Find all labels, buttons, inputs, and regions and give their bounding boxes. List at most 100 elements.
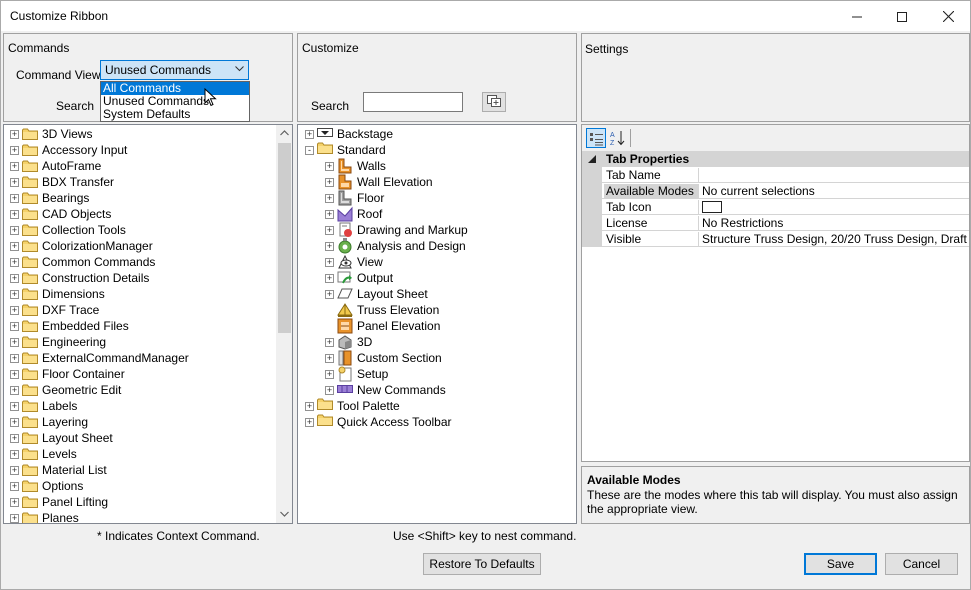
expand-node-icon[interactable]: + [325, 369, 334, 379]
expand-node-icon[interactable]: + [325, 161, 334, 171]
property-value[interactable]: Structure Truss Design, 20/20 Truss Desi… [698, 232, 969, 247]
expand-node-icon[interactable]: + [10, 225, 19, 235]
customize-tree-node[interactable]: Panel Elevation [325, 318, 440, 334]
expand-node-icon[interactable]: + [10, 289, 19, 299]
customize-tree-node[interactable]: + Backstage [305, 126, 393, 142]
commands-list-item[interactable]: + AutoFrame [10, 158, 101, 174]
commands-list-item[interactable]: + ExternalCommandManager [10, 350, 189, 366]
customize-tree-node[interactable]: + Custom Section [325, 350, 442, 366]
scroll-down-icon[interactable] [276, 506, 292, 523]
cancel-button[interactable]: Cancel [885, 553, 958, 575]
customize-tree-node[interactable]: + Quick Access Toolbar [305, 414, 452, 430]
customize-tree-node[interactable]: + Analysis and Design [325, 238, 466, 254]
command-view-combo[interactable]: Unused Commands [100, 60, 249, 80]
commands-list-item[interactable]: + Engineering [10, 334, 106, 350]
commands-list-item[interactable]: + Levels [10, 446, 77, 462]
save-button[interactable]: Save [804, 553, 877, 575]
commands-list-item[interactable]: + Accessory Input [10, 142, 127, 158]
property-value[interactable] [698, 168, 969, 183]
restore-defaults-button[interactable]: Restore To Defaults [423, 553, 541, 575]
customize-tree-node[interactable]: + Floor [325, 190, 384, 206]
commands-list-item[interactable]: + Geometric Edit [10, 382, 121, 398]
dropdown-option-system-defaults[interactable]: System Defaults [101, 108, 249, 121]
tab-icon-swatch[interactable] [702, 201, 722, 213]
customize-search-input[interactable] [363, 92, 463, 112]
expand-node-icon[interactable]: + [10, 433, 19, 443]
customize-tree-node[interactable]: + Output [325, 270, 393, 286]
commands-list-item[interactable]: + Dimensions [10, 286, 105, 302]
expand-node-icon[interactable]: + [10, 513, 19, 523]
category-tab-properties[interactable]: Tab Properties [582, 151, 969, 167]
customize-tree-node[interactable]: + Tool Palette [305, 398, 400, 414]
expand-node-icon[interactable]: + [325, 177, 334, 187]
expand-node-icon[interactable]: + [10, 209, 19, 219]
property-row[interactable]: Tab Icon [582, 199, 969, 215]
commands-list-item[interactable]: + Material List [10, 462, 107, 478]
commands-list-item[interactable]: + CAD Objects [10, 206, 111, 222]
expand-node-icon[interactable]: + [325, 209, 334, 219]
alphabetical-view-button[interactable]: AZ [608, 128, 628, 148]
expand-node-icon[interactable]: + [10, 481, 19, 491]
scrollbar-thumb[interactable] [278, 143, 291, 333]
customize-tree[interactable]: + Backstage - Standard + Walls + Wall Elevation… [297, 124, 577, 524]
customize-tree-node[interactable]: +3D [325, 334, 372, 350]
expand-node-icon[interactable]: + [10, 177, 19, 187]
commands-list-item[interactable]: + Common Commands [10, 254, 155, 270]
commands-list-item[interactable]: + Collection Tools [10, 222, 126, 238]
categorized-view-button[interactable] [586, 128, 606, 148]
property-value[interactable]: No Restrictions [698, 216, 969, 231]
scroll-up-icon[interactable] [276, 125, 292, 142]
expand-node-icon[interactable]: + [10, 465, 19, 475]
expand-node-icon[interactable]: + [10, 257, 19, 267]
expand-node-icon[interactable]: + [10, 321, 19, 331]
commands-list-item[interactable]: + Labels [10, 398, 77, 414]
property-row[interactable]: Visible Structure Truss Design, 20/20 Tru… [582, 231, 969, 247]
customize-tree-node[interactable]: + Layout Sheet [325, 286, 428, 302]
expand-node-icon[interactable]: + [10, 417, 19, 427]
commands-list-item[interactable]: + Layering [10, 414, 88, 430]
expand-node-icon[interactable]: + [325, 385, 334, 395]
commands-list-item[interactable]: +3D Views [10, 126, 92, 142]
expand-node-icon[interactable]: + [10, 353, 19, 363]
property-row[interactable]: License No Restrictions [582, 215, 969, 231]
commands-list-item[interactable]: + DXF Trace [10, 302, 99, 318]
customize-tree-node[interactable]: + Walls [325, 158, 386, 174]
expand-node-icon[interactable]: + [10, 241, 19, 251]
expand-node-icon[interactable]: + [10, 129, 19, 139]
expand-node-icon[interactable]: + [305, 401, 314, 411]
commands-list-item[interactable]: + BDX Transfer [10, 174, 114, 190]
expand-node-icon[interactable]: + [325, 337, 334, 347]
customize-tree-node[interactable]: + View [325, 254, 383, 270]
expand-node-icon[interactable]: + [325, 353, 334, 363]
commands-list[interactable]: +3D Views + Accessory Input + AutoFrame + BDX … [3, 124, 293, 524]
commands-scrollbar[interactable] [276, 125, 292, 523]
customize-tree-node[interactable]: + Setup [325, 366, 388, 382]
expand-node-icon[interactable]: + [325, 193, 334, 203]
expand-node-icon[interactable]: + [325, 241, 334, 251]
customize-tree-node[interactable]: + Wall Elevation [325, 174, 433, 190]
customize-tree-node[interactable]: + New Commands [325, 382, 446, 398]
expand-node-icon[interactable]: + [325, 273, 334, 283]
customize-tree-node[interactable]: + Drawing and Markup [325, 222, 468, 238]
close-button[interactable] [925, 1, 971, 32]
expand-node-icon[interactable]: + [325, 225, 334, 235]
expand-node-icon[interactable]: + [10, 193, 19, 203]
collapse-node-icon[interactable]: - [305, 145, 314, 155]
collapse-category-icon[interactable] [587, 153, 597, 167]
property-value[interactable]: No current selections [698, 184, 969, 199]
expand-node-icon[interactable]: + [10, 145, 19, 155]
expand-node-icon[interactable]: + [10, 161, 19, 171]
commands-list-item[interactable]: + ColorizationManager [10, 238, 153, 254]
expand-node-icon[interactable]: + [305, 417, 314, 427]
customize-tree-node[interactable]: Truss Elevation [325, 302, 439, 318]
property-value[interactable] [698, 200, 969, 215]
add-command-button[interactable] [482, 92, 506, 112]
commands-list-item[interactable]: + Floor Container [10, 366, 125, 382]
expand-node-icon[interactable]: + [10, 305, 19, 315]
expand-node-icon[interactable]: + [305, 129, 314, 139]
commands-list-item[interactable]: + Panel Lifting [10, 494, 108, 510]
property-row[interactable]: Tab Name [582, 167, 969, 183]
commands-list-item[interactable]: + Layout Sheet [10, 430, 113, 446]
commands-list-item[interactable]: + Embedded Files [10, 318, 129, 334]
commands-list-item[interactable]: + Construction Details [10, 270, 149, 286]
